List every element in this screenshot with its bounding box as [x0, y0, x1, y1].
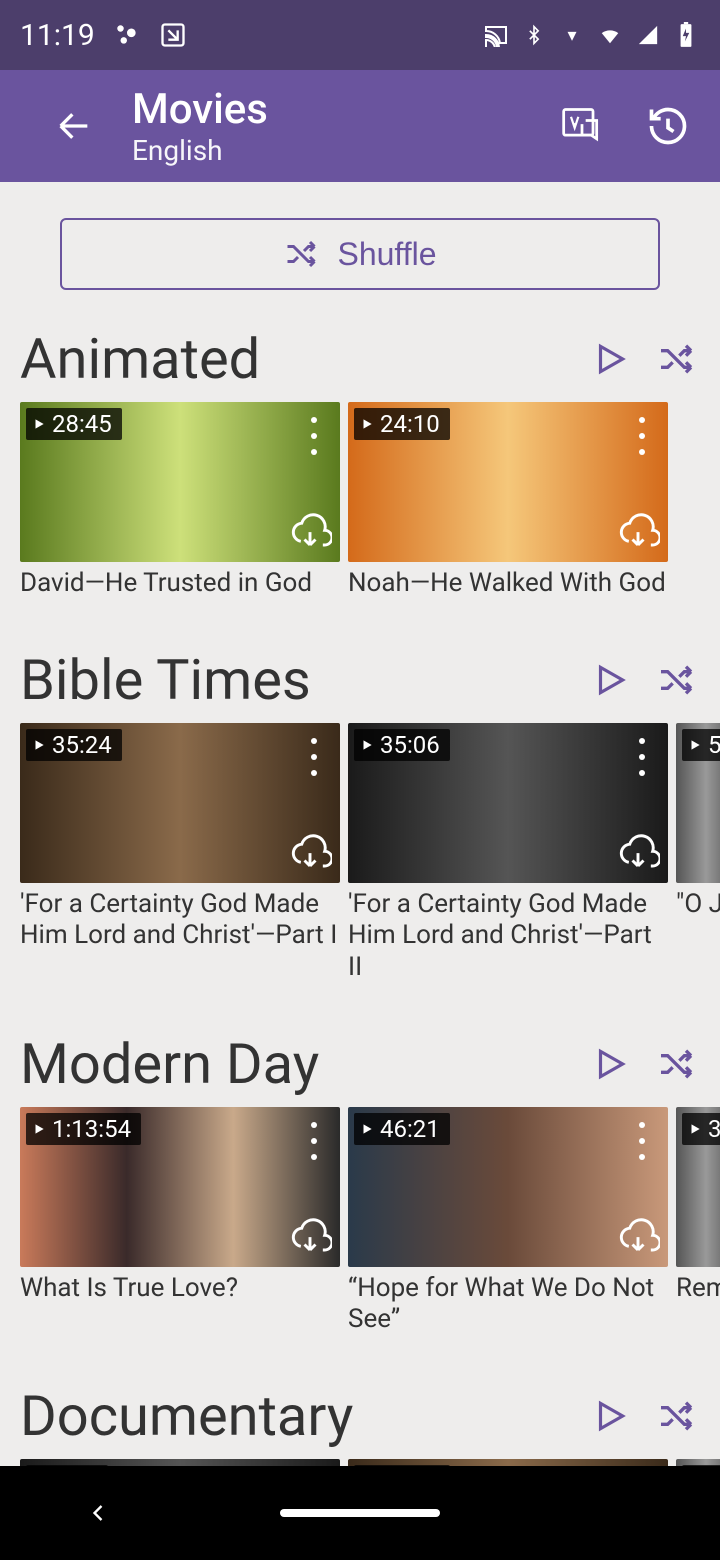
system-nav-bar	[0, 1466, 720, 1560]
video-card[interactable]: 4:51	[20, 1459, 340, 1466]
video-card[interactable]: 30 Reme	[676, 1107, 720, 1335]
more-button[interactable]	[298, 733, 330, 781]
video-title: 'For a Certainty God Made Him Lord and C…	[20, 883, 340, 951]
play-all-button[interactable]	[586, 656, 634, 704]
duration-badge: 4:51	[26, 1465, 108, 1466]
video-thumbnail[interactable]: 4:51	[20, 1459, 340, 1466]
video-thumbnail[interactable]: 29	[676, 1459, 720, 1466]
history-button[interactable]	[636, 94, 700, 158]
video-thumbnail[interactable]: 24:10	[348, 402, 668, 562]
more-button[interactable]	[626, 412, 658, 460]
status-app-icon-2	[159, 21, 187, 49]
content-scroll[interactable]: Shuffle Animated 28:45 David—He Trusted …	[0, 182, 720, 1466]
video-thumbnail[interactable]: 51	[676, 723, 720, 883]
shuffle-section-button[interactable]	[652, 1392, 700, 1440]
duration-badge: 46:21	[354, 1113, 450, 1145]
more-button[interactable]	[626, 1117, 658, 1165]
duration-badge: 35:24	[26, 729, 122, 761]
more-button[interactable]	[298, 1117, 330, 1165]
video-thumbnail[interactable]: 30	[676, 1107, 720, 1267]
video-title: “Hope for What We Do Not See”	[348, 1267, 668, 1335]
duration-badge: 28:45	[26, 408, 122, 440]
section-title: Animated	[20, 326, 586, 392]
shuffle-section-button[interactable]	[652, 335, 700, 383]
video-title: Reme	[676, 1267, 720, 1304]
duration-badge: 1:13:54	[26, 1113, 141, 1145]
section-title: Bible Times	[20, 647, 586, 713]
page-subtitle: English	[132, 134, 268, 167]
page-title: Movies	[132, 85, 268, 134]
video-card[interactable]: 29	[676, 1459, 720, 1466]
video-title: "O Jeh	[676, 883, 720, 920]
video-title: What Is True Love?	[20, 1267, 340, 1304]
status-app-icon	[113, 21, 141, 49]
status-time: 11:19	[20, 18, 95, 53]
nav-home[interactable]	[280, 1509, 440, 1517]
duration-badge: 51	[682, 729, 720, 761]
video-card[interactable]: 51 "O Jeh	[676, 723, 720, 983]
play-all-button[interactable]	[586, 1040, 634, 1088]
duration-badge: 29	[682, 1465, 720, 1466]
video-title: Noah—He Walked With God	[348, 562, 668, 599]
duration-badge: 30	[682, 1113, 720, 1145]
download-button[interactable]	[616, 1217, 660, 1261]
download-button[interactable]	[288, 1217, 332, 1261]
back-button[interactable]	[42, 94, 106, 158]
cast-icon	[482, 21, 510, 49]
duration-badge: 35:06	[354, 729, 450, 761]
bluetooth-icon	[520, 21, 548, 49]
video-thumbnail[interactable]: 35:06	[348, 723, 668, 883]
video-card[interactable]: 33:01	[348, 1459, 668, 1466]
nav-back[interactable]	[84, 1499, 112, 1527]
signal-icon	[634, 21, 662, 49]
video-card[interactable]: 35:24 'For a Certainty God Made Him Lord…	[20, 723, 340, 983]
section-title: Documentary	[20, 1383, 586, 1449]
shuffle-section-button[interactable]	[652, 656, 700, 704]
download-button[interactable]	[616, 512, 660, 556]
video-card[interactable]: 35:06 'For a Certainty God Made Him Lord…	[348, 723, 668, 983]
video-card[interactable]: 1:13:54 What Is True Love?	[20, 1107, 340, 1335]
shuffle-section-button[interactable]	[652, 1040, 700, 1088]
video-thumbnail[interactable]: 35:24	[20, 723, 340, 883]
wifi-icon	[596, 21, 624, 49]
video-thumbnail[interactable]: 46:21	[348, 1107, 668, 1267]
more-button[interactable]	[626, 733, 658, 781]
duration-badge: 33:01	[354, 1465, 450, 1466]
battery-icon	[672, 21, 700, 49]
video-thumbnail[interactable]: 33:01	[348, 1459, 668, 1466]
video-card[interactable]: 24:10 Noah—He Walked With God	[348, 402, 668, 599]
video-thumbnail[interactable]: 28:45	[20, 402, 340, 562]
download-button[interactable]	[288, 512, 332, 556]
play-all-button[interactable]	[586, 1392, 634, 1440]
app-bar: Movies English	[0, 70, 720, 182]
download-button[interactable]	[288, 833, 332, 877]
data-icon: ▾	[558, 21, 586, 49]
download-button[interactable]	[616, 833, 660, 877]
video-title: 'For a Certainty God Made Him Lord and C…	[348, 883, 668, 983]
shuffle-button[interactable]: Shuffle	[60, 218, 660, 290]
video-card[interactable]: 28:45 David—He Trusted in God	[20, 402, 340, 599]
play-all-button[interactable]	[586, 335, 634, 383]
video-thumbnail[interactable]: 1:13:54	[20, 1107, 340, 1267]
status-bar: 11:19 ▾	[0, 0, 720, 70]
video-card[interactable]: 46:21 “Hope for What We Do Not See”	[348, 1107, 668, 1335]
language-button[interactable]	[550, 94, 614, 158]
section-title: Modern Day	[20, 1031, 586, 1097]
duration-badge: 24:10	[354, 408, 450, 440]
shuffle-label: Shuffle	[337, 236, 436, 273]
video-title: David—He Trusted in God	[20, 562, 340, 599]
more-button[interactable]	[298, 412, 330, 460]
